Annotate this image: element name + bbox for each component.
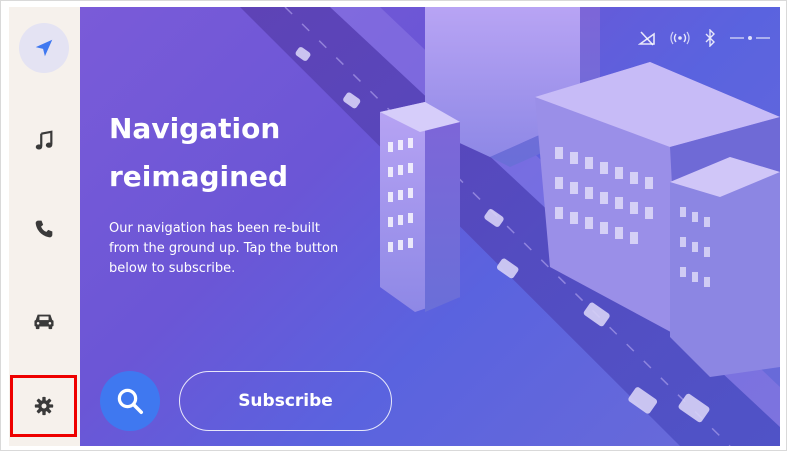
page-title: Navigation reimagined [109, 105, 369, 201]
sidebar-item-navigation[interactable] [15, 19, 73, 77]
search-icon [117, 388, 143, 414]
title-line-1: Navigation [109, 112, 281, 145]
wireless-signal-icon [670, 31, 690, 45]
description-line-1: Our navigation has been re-built [109, 221, 321, 236]
car-icon [34, 314, 54, 330]
description-line-2: from the ground up. Tap the button [109, 241, 339, 256]
sidebar [9, 7, 80, 446]
navigation-promo-panel: Navigation reimagined Our navigation has… [80, 7, 780, 446]
sidebar-item-music[interactable] [15, 112, 73, 170]
search-button[interactable] [100, 371, 160, 431]
settings-highlight-box [10, 375, 77, 437]
subscribe-button-label: Subscribe [238, 391, 333, 411]
bluetooth-icon [704, 29, 716, 47]
car-display: Navigation reimagined Our navigation has… [9, 7, 780, 446]
title-line-2: reimagined [109, 160, 289, 193]
description-line-3: below to subscribe. [109, 261, 236, 276]
description: Our navigation has been re-built from th… [109, 219, 349, 279]
sidebar-item-phone[interactable] [15, 200, 73, 258]
music-note-icon [35, 130, 53, 150]
phone-icon [35, 220, 53, 238]
status-bar [638, 29, 770, 47]
navigation-arrow-icon [35, 39, 53, 57]
sidebar-item-car[interactable] [15, 292, 73, 350]
subscribe-button[interactable]: Subscribe [179, 371, 392, 431]
no-signal-icon [638, 30, 656, 46]
settings-dots-icon[interactable] [730, 33, 770, 43]
screenshot-frame: Navigation reimagined Our navigation has… [0, 0, 787, 451]
